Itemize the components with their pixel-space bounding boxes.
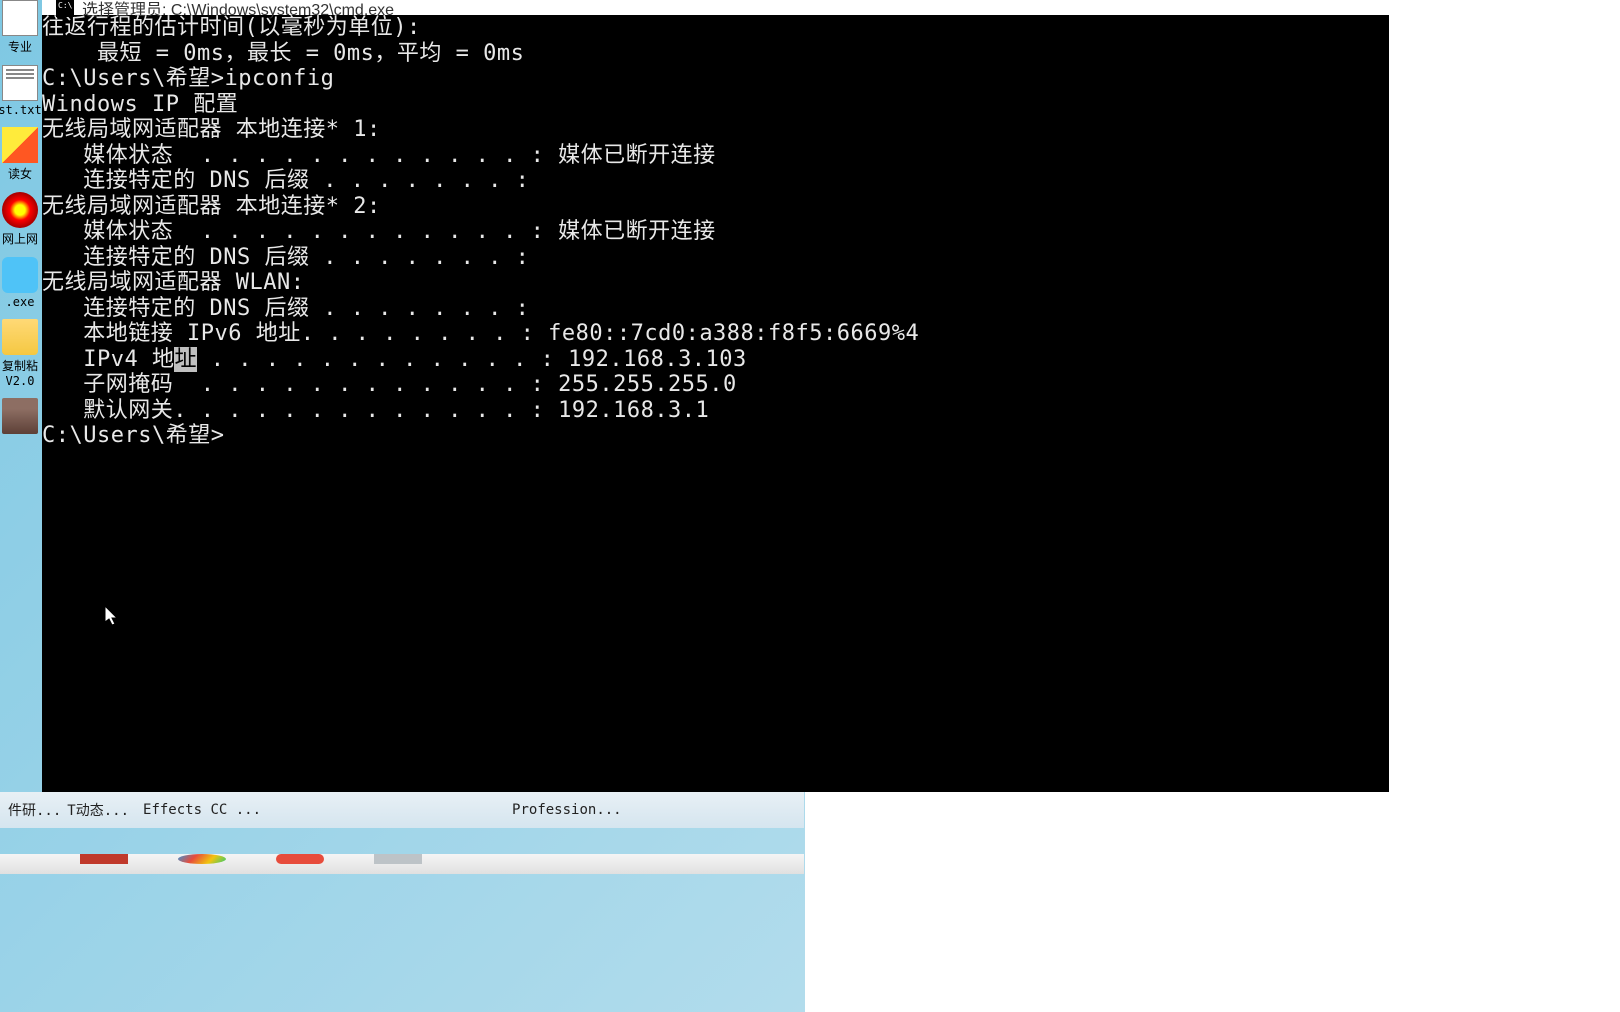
folder-icon xyxy=(2,319,38,355)
taskbar-strip[interactable]: 件研... T动态... Effects CC ... Profession..… xyxy=(0,792,804,828)
ipconfig-header: Windows IP 配置 xyxy=(42,92,1389,118)
text-selection: 址 xyxy=(174,347,197,372)
network-icon xyxy=(2,257,38,293)
adapter-2-media-state: 媒体状态 . . . . . . . . . . . . : 媒体已断开连接 xyxy=(42,219,1389,245)
taskbar-app-icon[interactable] xyxy=(276,854,324,864)
archive-icon xyxy=(2,398,38,434)
taskbar-item[interactable]: T动态... xyxy=(59,796,137,824)
app-icon xyxy=(2,127,38,163)
wlan-dns-suffix: 连接特定的 DNS 后缀 . . . . . . . : xyxy=(42,296,1389,322)
prompt-line: C:\Users\希望>ipconfig xyxy=(42,66,1389,92)
desktop-icon[interactable] xyxy=(0,398,40,436)
adapter-1-dns-suffix: 连接特定的 DNS 后缀 . . . . . . . : xyxy=(42,168,1389,194)
desktop-icon[interactable]: 网上网 xyxy=(0,192,40,247)
taskbar-item[interactable]: Effects CC ... xyxy=(135,798,269,822)
command-ipconfig: ipconfig xyxy=(224,66,334,91)
desktop-icon[interactable]: st.txt xyxy=(0,65,40,117)
mouse-cursor xyxy=(105,606,121,628)
desktop-icon[interactable]: V2.0 xyxy=(0,374,40,388)
desktop-icon[interactable]: 复制粘 xyxy=(0,319,40,374)
wlan-default-gateway: 默认网关. . . . . . . . . . . . . : 192.168.… xyxy=(42,398,1389,424)
star-icon xyxy=(2,192,38,228)
current-prompt[interactable]: C:\Users\希望> xyxy=(42,423,1389,449)
taskbar-app-icon[interactable] xyxy=(80,854,128,864)
adapter-1-media-state: 媒体状态 . . . . . . . . . . . . : 媒体已断开连接 xyxy=(42,143,1389,169)
document-icon xyxy=(2,0,38,36)
desktop-icon[interactable]: .exe xyxy=(0,257,40,309)
taskbar-app-icon[interactable] xyxy=(374,854,422,864)
windows-taskbar[interactable] xyxy=(0,854,804,874)
taskbar-item[interactable]: Profession... xyxy=(504,798,630,822)
text-file-icon xyxy=(2,65,38,101)
command-prompt-window[interactable]: 选择管理员: C:\Windows\system32\cmd.exe 往返行程的… xyxy=(42,0,1389,792)
taskbar-app-icon[interactable] xyxy=(178,854,226,864)
wlan-ipv4-address: IPv4 地址 . . . . . . . . . . . . : 192.16… xyxy=(42,347,1389,373)
desktop-icon[interactable]: 读女 xyxy=(0,127,40,182)
adapter-2-dns-suffix: 连接特定的 DNS 后缀 . . . . . . . : xyxy=(42,245,1389,271)
wlan-ipv6-address: 本地链接 IPv6 地址. . . . . . . . : fe80::7cd0… xyxy=(42,321,1389,347)
ping-stats-values: 最短 = 0ms，最长 = 0ms，平均 = 0ms xyxy=(42,41,1389,67)
desktop-icon[interactable]: 专业 xyxy=(0,0,40,55)
right-white-area xyxy=(1389,0,1620,792)
adapter-2-title: 无线局域网适配器 本地连接* 2: xyxy=(42,194,1389,220)
ping-stats-header: 往返行程的估计时间(以毫秒为单位): xyxy=(42,15,1389,41)
cmd-icon xyxy=(56,0,74,17)
terminal-output[interactable]: 往返行程的估计时间(以毫秒为单位): 最短 = 0ms，最长 = 0ms，平均 … xyxy=(42,15,1389,792)
bottom-right-panel xyxy=(805,792,1620,1012)
window-titlebar[interactable]: 选择管理员: C:\Windows\system32\cmd.exe xyxy=(42,0,1389,15)
adapter-1-title: 无线局域网适配器 本地连接* 1: xyxy=(42,117,1389,143)
wlan-subnet-mask: 子网掩码 . . . . . . . . . . . . : 255.255.2… xyxy=(42,372,1389,398)
adapter-wlan-title: 无线局域网适配器 WLAN: xyxy=(42,270,1389,296)
